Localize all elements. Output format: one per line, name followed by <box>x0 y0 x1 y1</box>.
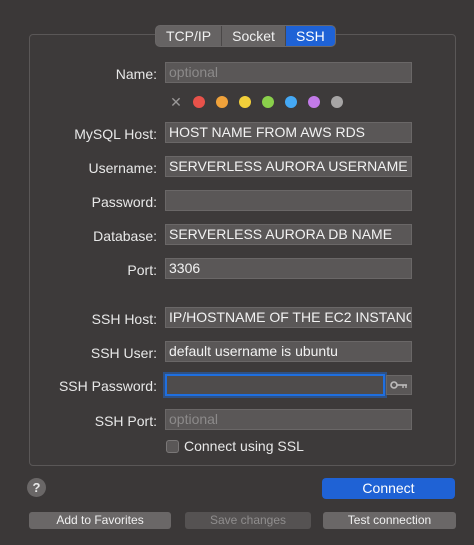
ssl-checkbox-label: Connect using SSL <box>184 438 304 454</box>
mysql-host-label: MySQL Host: <box>74 126 157 142</box>
key-file-button[interactable] <box>386 375 412 395</box>
connection-type-tabs: TCP/IP Socket SSH <box>155 25 336 47</box>
ssl-checkbox[interactable] <box>166 439 179 453</box>
clear-color-icon[interactable]: ✕ <box>170 95 182 109</box>
add-to-favorites-button[interactable]: Add to Favorites <box>29 512 171 529</box>
test-connection-button[interactable]: Test connection <box>323 512 456 529</box>
color-tag-red[interactable] <box>193 96 205 108</box>
color-tag-gray[interactable] <box>331 96 343 108</box>
ssh-port-label: SSH Port: <box>94 413 157 429</box>
color-tag-blue[interactable] <box>285 96 297 108</box>
port-label: Port: <box>127 262 157 278</box>
ssh-user-label: SSH User: <box>90 345 157 361</box>
username-label: Username: <box>88 160 157 176</box>
ssh-port-field[interactable]: optional <box>165 409 412 430</box>
ssh-user-field[interactable]: default username is ubuntu <box>165 341 412 362</box>
database-label: Database: <box>93 228 157 244</box>
name-label: Name: <box>115 66 157 82</box>
mysql-host-field[interactable]: HOST NAME FROM AWS RDS <box>165 122 412 143</box>
color-tag-purple[interactable] <box>308 96 320 108</box>
help-button[interactable]: ? <box>27 478 46 497</box>
username-field[interactable]: SERVERLESS AURORA USERNAME <box>165 156 412 177</box>
tab-ssh[interactable]: SSH <box>285 26 335 46</box>
password-field[interactable] <box>165 190 412 211</box>
key-icon <box>390 381 407 389</box>
ssh-password-field[interactable] <box>165 374 385 396</box>
database-field[interactable]: SERVERLESS AURORA DB NAME <box>165 224 412 245</box>
password-label: Password: <box>91 194 157 210</box>
port-field[interactable]: 3306 <box>165 258 412 279</box>
color-tag-orange[interactable] <box>216 96 228 108</box>
ssh-host-label: SSH Host: <box>91 311 157 327</box>
tab-tcpip[interactable]: TCP/IP <box>156 26 223 46</box>
ssl-option[interactable]: Connect using SSL <box>166 438 304 454</box>
connect-button[interactable]: Connect <box>322 478 455 499</box>
color-tag-yellow[interactable] <box>239 96 251 108</box>
color-tag-green[interactable] <box>262 96 274 108</box>
tab-socket[interactable]: Socket <box>222 26 286 46</box>
color-tag-picker: ✕ <box>170 95 343 109</box>
name-field[interactable]: optional <box>165 62 412 83</box>
ssh-password-label: SSH Password: <box>58 378 157 394</box>
ssh-host-field[interactable]: IP/HOSTNAME OF THE EC2 INSTANCE <box>165 307 412 328</box>
save-changes-button[interactable]: Save changes <box>185 512 311 529</box>
